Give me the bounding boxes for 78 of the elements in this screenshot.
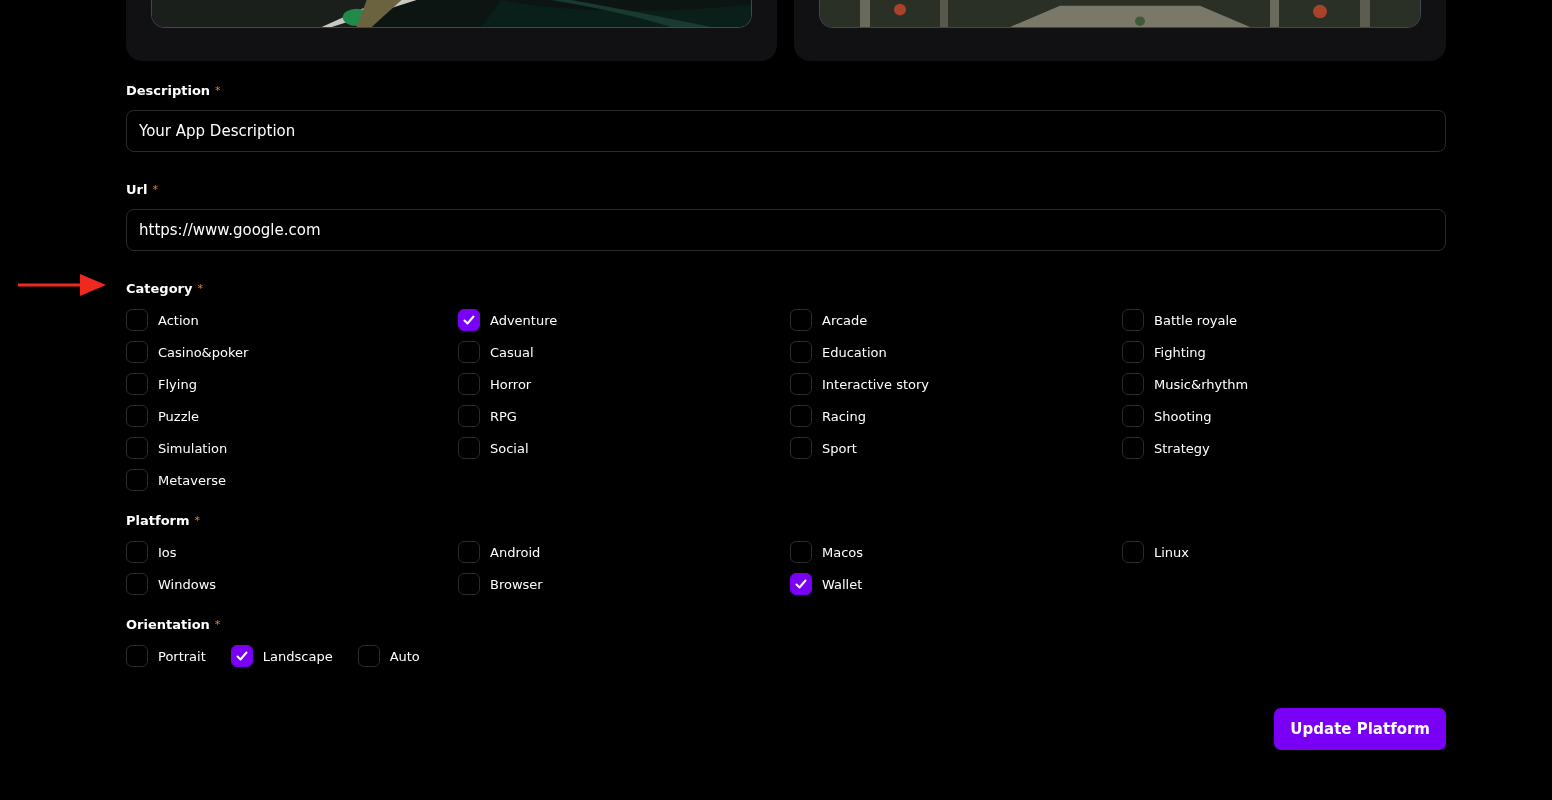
option-label: Fighting [1154,344,1206,360]
option-label: Strategy [1154,440,1210,456]
checkbox[interactable] [458,541,480,563]
option-label: Racing [822,408,866,424]
text-field[interactable]: https://www.google.com [126,209,1446,251]
option-label: Shooting [1154,408,1212,424]
option-label: Adventure [490,312,558,328]
required-marker: * [152,182,158,196]
checkbox[interactable] [126,341,148,363]
checkbox[interactable] [458,405,480,427]
option-label: Windows [158,576,217,592]
option-label: Auto [389,648,420,664]
checkbox[interactable] [1122,437,1144,459]
checkbox[interactable] [790,573,812,595]
group-label: Platform [126,512,190,528]
checkbox[interactable] [126,405,148,427]
field-label: Url [126,181,148,197]
checkbox[interactable] [126,573,148,595]
checkbox[interactable] [1122,541,1144,563]
option-label: Flying [158,376,197,392]
option-label: Puzzle [158,408,200,424]
option-label: Browser [490,576,543,592]
checkbox[interactable] [790,373,812,395]
checkbox[interactable] [126,437,148,459]
option-label: Education [822,344,887,360]
check-icon [462,313,476,327]
option-label: Horror [490,376,532,392]
checkbox[interactable] [1122,405,1144,427]
checkbox[interactable] [126,309,148,331]
group-label: Orientation [126,616,210,632]
checkbox[interactable] [1122,341,1144,363]
option-label: Social [490,440,529,456]
update-button[interactable]: Update Platform [1274,708,1446,750]
checkbox[interactable] [126,541,148,563]
option-label: Arcade [822,312,868,328]
option-label: RPG [490,408,517,424]
checkbox[interactable] [790,309,812,331]
option-label: Casual [490,344,534,360]
checkbox[interactable] [1122,309,1144,331]
option-label: Simulation [158,440,228,456]
option-label: Sport [822,440,857,456]
checkbox[interactable] [126,373,148,395]
option-label: Casino&poker [158,344,249,360]
option-label: Wallet [822,576,863,592]
checkbox[interactable] [458,309,480,331]
option-label: Battle royale [1154,312,1238,328]
check-icon [794,577,808,591]
checkbox[interactable] [126,469,148,491]
required-marker: * [197,281,203,295]
checkbox[interactable] [790,341,812,363]
option-label: Macos [822,544,864,560]
group-label: Category [126,280,193,296]
checkbox[interactable] [458,573,480,595]
option-label: Linux [1154,544,1190,560]
option-label: Ios [158,544,177,560]
checkbox[interactable] [790,541,812,563]
option-label: Music&rhythm [1154,376,1249,392]
checkbox[interactable] [230,645,253,667]
check-icon [234,649,249,663]
field-label: Description [126,82,211,98]
checkbox[interactable] [357,645,380,667]
text-field[interactable]: Your App Description [126,110,1446,152]
required-marker: * [214,617,221,631]
checkbox[interactable] [790,437,812,459]
option-label: Interactive story [822,376,930,392]
checkbox[interactable] [126,645,148,667]
option-label: Portrait [158,648,206,664]
checkbox[interactable] [458,373,480,395]
required-marker: * [194,513,200,527]
option-label: Action [158,312,199,328]
checkbox[interactable] [1122,373,1144,395]
option-label: Android [490,544,541,560]
checkbox[interactable] [790,405,812,427]
checkbox[interactable] [458,437,480,459]
required-marker: * [215,83,221,97]
checkbox[interactable] [458,341,480,363]
option-label: Metaverse [158,472,227,488]
option-label: Landscape [262,648,333,664]
